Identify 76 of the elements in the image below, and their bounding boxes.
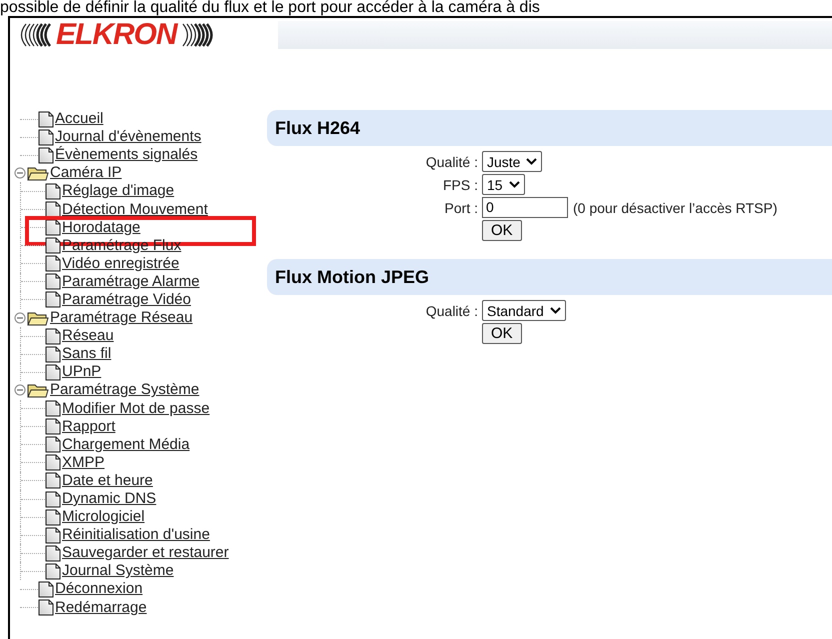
chevron-down-icon (526, 158, 538, 165)
field-label: Qualité : (424, 154, 478, 170)
folder-icon (27, 166, 49, 181)
page-icon (45, 273, 61, 290)
field-label: FPS : (442, 176, 478, 192)
page-icon (38, 128, 54, 146)
page-icon (45, 291, 61, 308)
chevron-down-icon (550, 307, 561, 314)
dropdown[interactable]: Standard (482, 300, 566, 321)
page-icon (45, 454, 61, 472)
tree-link[interactable]: Déconnexion (55, 580, 143, 598)
page-icon (45, 328, 61, 345)
tree-link[interactable]: Détection Mouvement (62, 200, 208, 219)
tree-link[interactable]: Horodatage (62, 218, 140, 237)
page-icon (45, 418, 61, 436)
tree-link[interactable]: Réinitialisation d'usine (62, 526, 210, 544)
field-label: Qualité : (424, 302, 478, 318)
section-header: Flux Motion JPEG (267, 259, 832, 295)
collapse-icon[interactable] (14, 384, 26, 396)
tree-link[interactable]: Dynamic DNS (62, 490, 156, 508)
page-icon (45, 182, 61, 200)
tree-link[interactable]: Réglage d'image (62, 182, 174, 200)
tree-link[interactable]: Paramétrage Vidéo (62, 290, 191, 309)
page-icon (38, 146, 54, 164)
tree-link[interactable]: Journal Système (62, 562, 174, 580)
ok-button[interactable]: OK (482, 220, 522, 241)
page-icon (45, 526, 61, 544)
page-icon (45, 237, 61, 254)
page-icon (45, 219, 61, 236)
page-icon (45, 490, 61, 508)
tree-link[interactable]: Journal d'évènements (55, 128, 202, 146)
page-icon (45, 255, 61, 272)
tree-folder-link[interactable]: Paramétrage Réseau (50, 309, 193, 328)
folder-icon (27, 310, 49, 326)
page-icon (45, 436, 61, 454)
tree-link[interactable]: Date et heure (62, 472, 153, 490)
tree-link[interactable]: Accueil (55, 110, 104, 128)
page-icon (38, 110, 54, 128)
field-hint: (0 pour désactiver l’accès RTSP) (573, 200, 778, 216)
tree-folder-link[interactable]: Caméra IP (50, 164, 122, 182)
tree-link[interactable]: Chargement Média (62, 436, 190, 454)
tree-link[interactable]: Micrologiciel (62, 508, 145, 526)
tree-link[interactable]: Paramétrage Alarme (62, 272, 200, 291)
port-field[interactable]: 0 (482, 197, 568, 218)
tree-link[interactable]: Modifier Mot de passe (62, 400, 210, 418)
collapse-icon[interactable] (14, 167, 26, 180)
page-icon (45, 472, 61, 490)
logo-text: ELKRON (56, 20, 177, 50)
section-header: Flux H264 (267, 110, 832, 146)
tree-link[interactable]: Rapport (62, 418, 116, 436)
caption-text: possible de définir la qualité du flux et le port pour accéder à la caméra à dis (0, 0, 541, 16)
page-icon (45, 508, 61, 526)
tree-link[interactable]: UPnP (62, 363, 102, 382)
page-icon (45, 544, 61, 562)
page-icon (45, 364, 61, 381)
tree-link[interactable]: Redémarrage (55, 598, 147, 617)
dropdown[interactable]: Juste (482, 151, 542, 172)
dropdown[interactable]: 15 (482, 174, 525, 195)
tree-link[interactable]: Sauvegarder et restaurer (62, 544, 229, 562)
ok-button[interactable]: OK (482, 323, 522, 344)
tree-link[interactable]: Sans fil (62, 345, 112, 364)
page-icon (45, 346, 61, 363)
page-icon (38, 580, 54, 598)
page-icon (38, 599, 54, 616)
tree-link[interactable]: XMPP (62, 454, 105, 472)
tree-folder-link[interactable]: Paramétrage Système (50, 381, 200, 400)
tree-link[interactable]: Vidéo enregistrée (62, 254, 180, 273)
tree-link[interactable]: Évènements signalés (55, 146, 198, 164)
folder-icon (27, 382, 49, 398)
page-icon (45, 400, 61, 418)
field-label: Port : (444, 200, 478, 216)
collapse-icon[interactable] (14, 312, 26, 324)
page-icon (45, 562, 61, 580)
tree-link[interactable]: Réseau (62, 327, 114, 346)
page-icon (45, 201, 61, 218)
chevron-down-icon (508, 181, 520, 188)
